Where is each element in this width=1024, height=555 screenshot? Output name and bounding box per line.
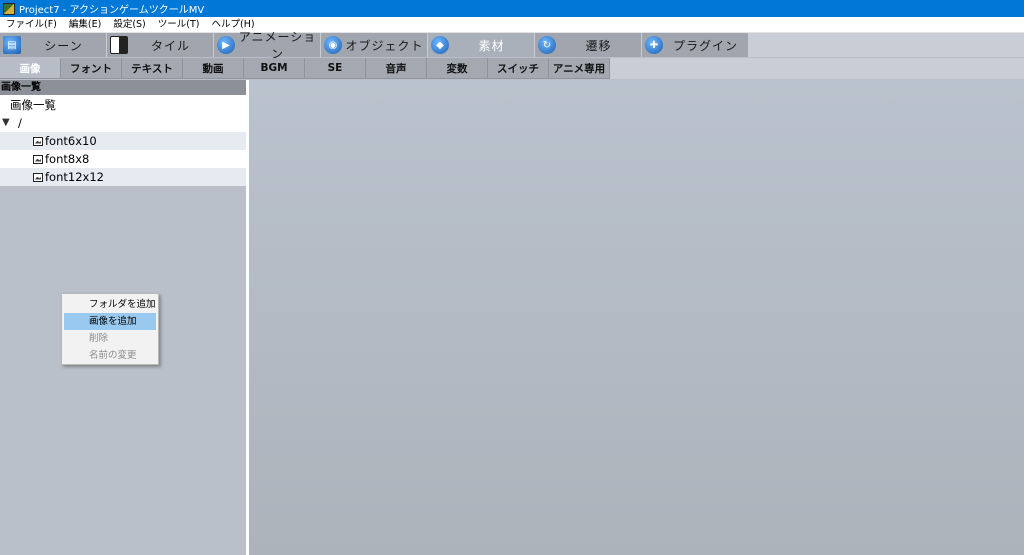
tab-plugin[interactable]: ✚ プラグイン	[642, 33, 749, 57]
ctx-delete: 削除	[89, 333, 109, 344]
tile-icon	[110, 36, 128, 54]
animation-icon: ▶	[217, 36, 235, 54]
tab-transition[interactable]: ↻ 遷移	[535, 33, 642, 57]
tab-label: タイル	[150, 38, 190, 53]
subtab-video[interactable]: 動画	[183, 58, 244, 79]
subtab-font[interactable]: フォント	[61, 58, 122, 79]
menu-edit[interactable]: 編集(E)	[63, 17, 107, 33]
tree-root[interactable]: 画像一覧	[0, 95, 246, 114]
tab-object[interactable]: ◉ オブジェクト	[321, 33, 428, 57]
tab-label: 素材	[478, 38, 505, 53]
tab-animation[interactable]: ▶ アニメーション	[214, 30, 321, 61]
tab-tile[interactable]: タイル	[107, 33, 214, 57]
list-item[interactable]: font12x12	[0, 168, 246, 186]
context-menu: フォルダを追加 画像を追加 削除 名前の変更	[61, 293, 159, 365]
menu-settings[interactable]: 設定(S)	[107, 17, 151, 33]
expand-arrow-icon[interactable]: ▼	[2, 114, 18, 132]
subtab-text[interactable]: テキスト	[122, 58, 183, 79]
tab-label: オブジェクト	[345, 38, 424, 53]
tab-label: 遷移	[585, 38, 612, 53]
item-label: font6x10	[45, 134, 97, 148]
ctx-rename: 名前の変更	[89, 350, 137, 361]
menu-bar: ファイル(F) 編集(E) 設定(S) ツール(T) ヘルプ(H)	[0, 17, 1024, 33]
image-file-icon	[33, 136, 43, 146]
subtab-bgm[interactable]: BGM	[244, 58, 305, 79]
subtab-anime-only[interactable]: アニメ専用	[549, 58, 610, 79]
title-bar: Project7 - アクションゲームツクールMV	[0, 0, 1024, 17]
tab-resource[interactable]: ◆ 素材	[428, 33, 535, 57]
tab-label: アニメーション	[238, 30, 317, 61]
subtab-switch[interactable]: スイッチ	[488, 58, 549, 79]
image-file-icon	[33, 172, 43, 182]
transition-icon: ↻	[538, 36, 556, 54]
item-label: font8x8	[45, 152, 90, 166]
tree-folder-root[interactable]: ▼ /	[0, 114, 246, 132]
menu-tools[interactable]: ツール(T)	[152, 17, 206, 33]
list-item[interactable]: font6x10	[0, 132, 246, 150]
preview-area	[249, 80, 1024, 555]
resource-icon: ◆	[431, 36, 449, 54]
window-title: Project7 - アクションゲームツクールMV	[19, 5, 205, 16]
ctx-add-image[interactable]: 画像を追加	[64, 313, 156, 330]
subtab-image[interactable]: 画像	[0, 58, 61, 79]
object-icon: ◉	[324, 36, 342, 54]
tab-label: プラグイン	[672, 38, 738, 53]
plugin-icon: ✚	[645, 36, 663, 54]
image-tree: 画像一覧 ▼ / font6x10 font8x8 font12x12	[0, 95, 246, 186]
item-label: font12x12	[45, 170, 104, 184]
folder-label: /	[18, 116, 22, 130]
subtab-voice[interactable]: 音声	[366, 58, 427, 79]
subtab-se[interactable]: SE	[305, 58, 366, 79]
sub-tab-bar: 画像 フォント テキスト 動画 BGM SE 音声 変数 スイッチ アニメ専用	[0, 58, 1024, 79]
panel-header: 画像一覧	[0, 80, 247, 95]
app-icon	[3, 2, 15, 15]
list-item[interactable]: font8x8	[0, 150, 246, 168]
main-tab-bar: ▤ シーン タイル ▶ アニメーション ◉ オブジェクト ◆ 素材 ↻ 遷移 ✚…	[0, 30, 1024, 61]
tab-label: シーン	[44, 38, 83, 53]
image-file-icon	[33, 154, 43, 164]
menu-file[interactable]: ファイル(F)	[0, 17, 63, 33]
subtab-variable[interactable]: 変数	[427, 58, 488, 79]
ctx-add-folder[interactable]: フォルダを追加	[64, 296, 156, 313]
scene-icon: ▤	[3, 36, 21, 54]
tab-scene[interactable]: ▤ シーン	[0, 33, 107, 57]
